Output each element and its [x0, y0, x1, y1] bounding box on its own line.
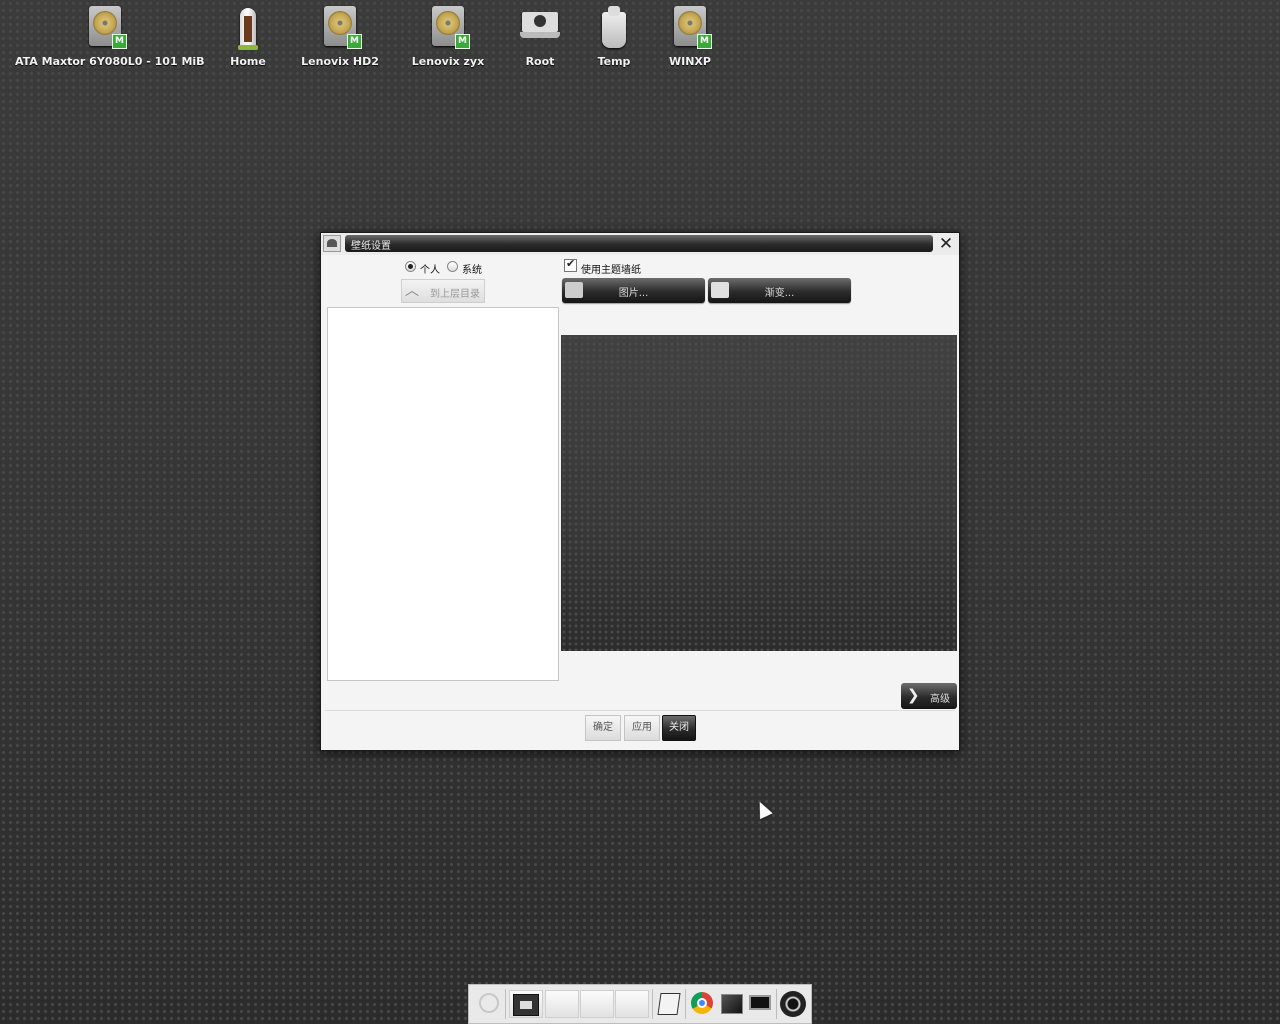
mail-icon[interactable]: [509, 990, 543, 1018]
dialog-titlebar[interactable]: 壁纸设置 ✕: [321, 233, 959, 255]
hard-drive-icon: M: [426, 4, 470, 52]
taskbar-slot[interactable]: [545, 990, 579, 1018]
up-directory-label: 到上层目录: [430, 289, 480, 300]
hard-drive-icon: M: [668, 4, 712, 52]
desktop-icon-label: WINXP: [669, 55, 711, 68]
chevron-right-icon: ❯: [907, 686, 920, 704]
wallpaper-settings-dialog: 壁纸设置 ✕ 个人 系统 ︿ 到上层目录 使用主题墙纸 图片... 渐变... …: [320, 232, 960, 751]
up-arrow-icon: ︿: [405, 283, 419, 299]
taskbar-separator: [505, 989, 506, 1019]
picture-button[interactable]: 图片...: [562, 278, 705, 303]
files-icon[interactable]: [655, 990, 683, 1018]
desktop-icon-label: ATA Maxtor 6Y080L0 - 101 MiB: [15, 55, 205, 68]
taskbar-slot[interactable]: [615, 990, 649, 1018]
advanced-button[interactable]: ❯ 高级: [901, 683, 957, 709]
taskbar-separator: [776, 989, 777, 1019]
radio-system[interactable]: [447, 261, 458, 272]
desktop-icon-lenovix-hd2[interactable]: M Lenovix HD2: [280, 0, 400, 68]
radio-personal-label: 个人: [420, 265, 440, 276]
up-directory-button[interactable]: ︿ 到上层目录: [401, 279, 485, 303]
wallpaper-file-list[interactable]: [327, 307, 559, 681]
power-icon[interactable]: [779, 990, 807, 1018]
apply-button[interactable]: 应用: [624, 715, 660, 741]
advanced-button-label: 高级: [930, 694, 950, 705]
title-bar-pill[interactable]: [345, 235, 933, 252]
close-button[interactable]: 关闭: [662, 715, 696, 741]
gradient-button-label: 渐变...: [764, 288, 795, 299]
taskbar-slot[interactable]: [580, 990, 614, 1018]
picture-button-label: 图片...: [618, 288, 649, 299]
taskbar: [468, 984, 812, 1024]
close-icon[interactable]: ✕: [935, 234, 957, 254]
use-theme-wallpaper-label: 使用主题墙纸: [581, 265, 641, 276]
home-folder-icon: [226, 4, 270, 52]
chrome-icon[interactable]: [688, 990, 716, 1018]
desktop-icon-ata-maxtor[interactable]: M ATA Maxtor 6Y080L0 - 101 MiB: [15, 0, 205, 68]
footer-divider: [325, 710, 955, 711]
desktop-icon-label: Lenovix HD2: [301, 55, 379, 68]
hard-drive-icon: M: [83, 4, 127, 52]
radio-personal[interactable]: [405, 261, 416, 272]
radio-system-label: 系统: [462, 265, 482, 276]
terminal-icon[interactable]: [718, 990, 744, 1018]
taskbar-separator: [685, 989, 686, 1019]
hard-drive-icon: M: [318, 4, 362, 52]
dialog-title: 壁纸设置: [351, 241, 391, 252]
monitor-icon[interactable]: [746, 990, 774, 1018]
wallpaper-preview: [561, 335, 957, 651]
desktop-icon-winxp[interactable]: M WINXP: [630, 0, 750, 68]
launcher-icon[interactable]: [477, 990, 501, 1018]
gradient-button[interactable]: 渐变...: [708, 278, 851, 303]
use-theme-wallpaper-checkbox[interactable]: [564, 257, 577, 272]
wallpaper-app-icon: [323, 235, 341, 252]
ok-button[interactable]: 确定: [585, 715, 621, 741]
taskbar-separator: [652, 989, 653, 1019]
mouse-cursor: [753, 798, 773, 820]
